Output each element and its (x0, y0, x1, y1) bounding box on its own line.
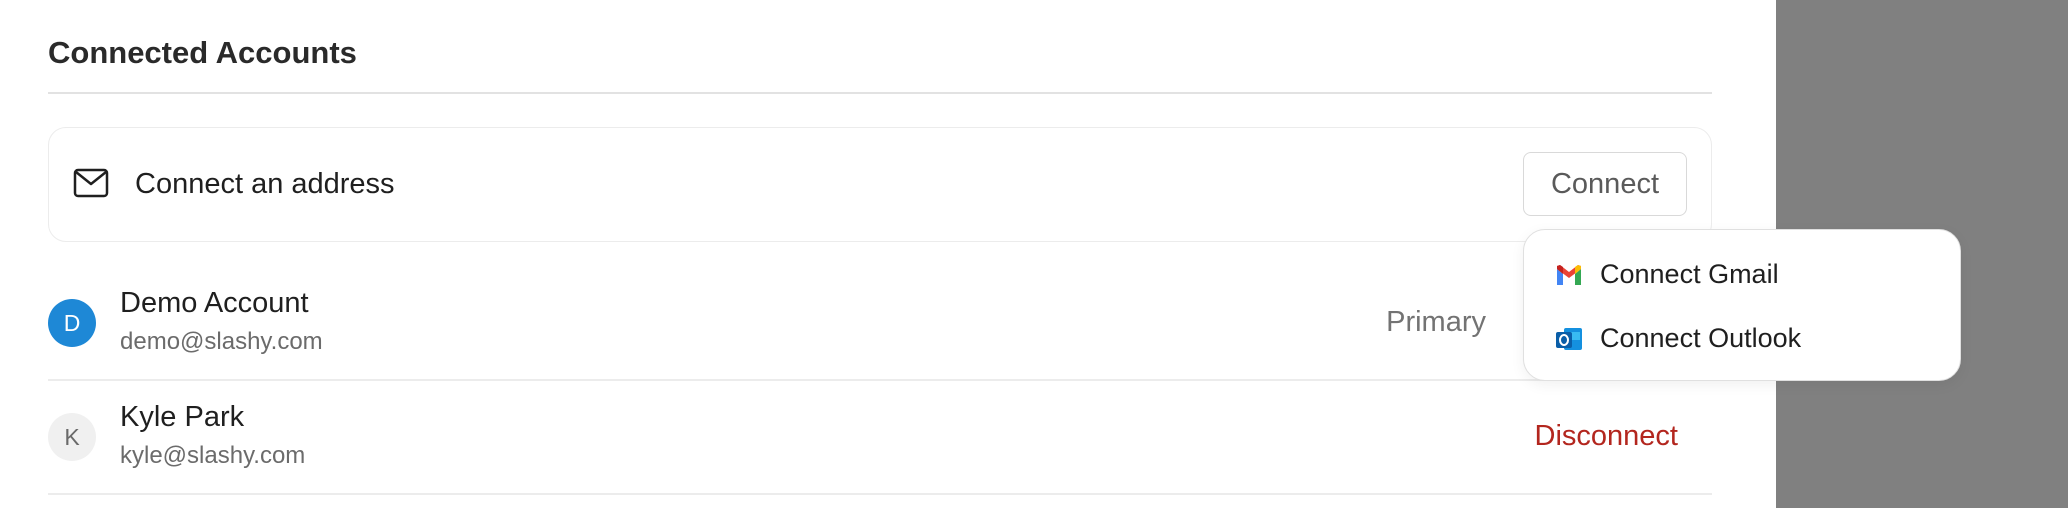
account-row-kyle: K Kyle Park kyle@slashy.com Disconnect (48, 380, 1712, 494)
mail-icon (73, 168, 109, 198)
connect-button[interactable]: Connect (1523, 152, 1687, 216)
account-row-demo: D Demo Account demo@slashy.com Primary (48, 266, 1712, 380)
outlook-icon (1556, 328, 1582, 350)
menu-item-connect-outlook[interactable]: Connect Outlook (1524, 310, 1960, 366)
disconnect-button[interactable]: Disconnect (1535, 420, 1678, 453)
section-title: Connected Accounts (48, 35, 357, 70)
gmail-icon (1557, 265, 1581, 285)
account-name: Kyle Park (120, 401, 245, 433)
avatar: K (48, 413, 96, 461)
connect-address-card: Connect an address Connect (48, 127, 1712, 242)
connect-dropdown-menu: Connect Gmail Connect Outlook (1523, 229, 1961, 381)
account-email: demo@slashy.com (120, 328, 323, 355)
account-name: Demo Account (120, 287, 309, 319)
row-divider (48, 493, 1712, 495)
menu-item-label: Connect Outlook (1600, 322, 1802, 353)
menu-item-label: Connect Gmail (1600, 258, 1779, 289)
connect-address-label: Connect an address (135, 168, 395, 200)
primary-badge: Primary (1386, 306, 1486, 338)
account-email: kyle@slashy.com (120, 442, 306, 469)
avatar: D (48, 299, 96, 347)
title-divider (48, 92, 1712, 94)
menu-item-connect-gmail[interactable]: Connect Gmail (1524, 246, 1960, 302)
